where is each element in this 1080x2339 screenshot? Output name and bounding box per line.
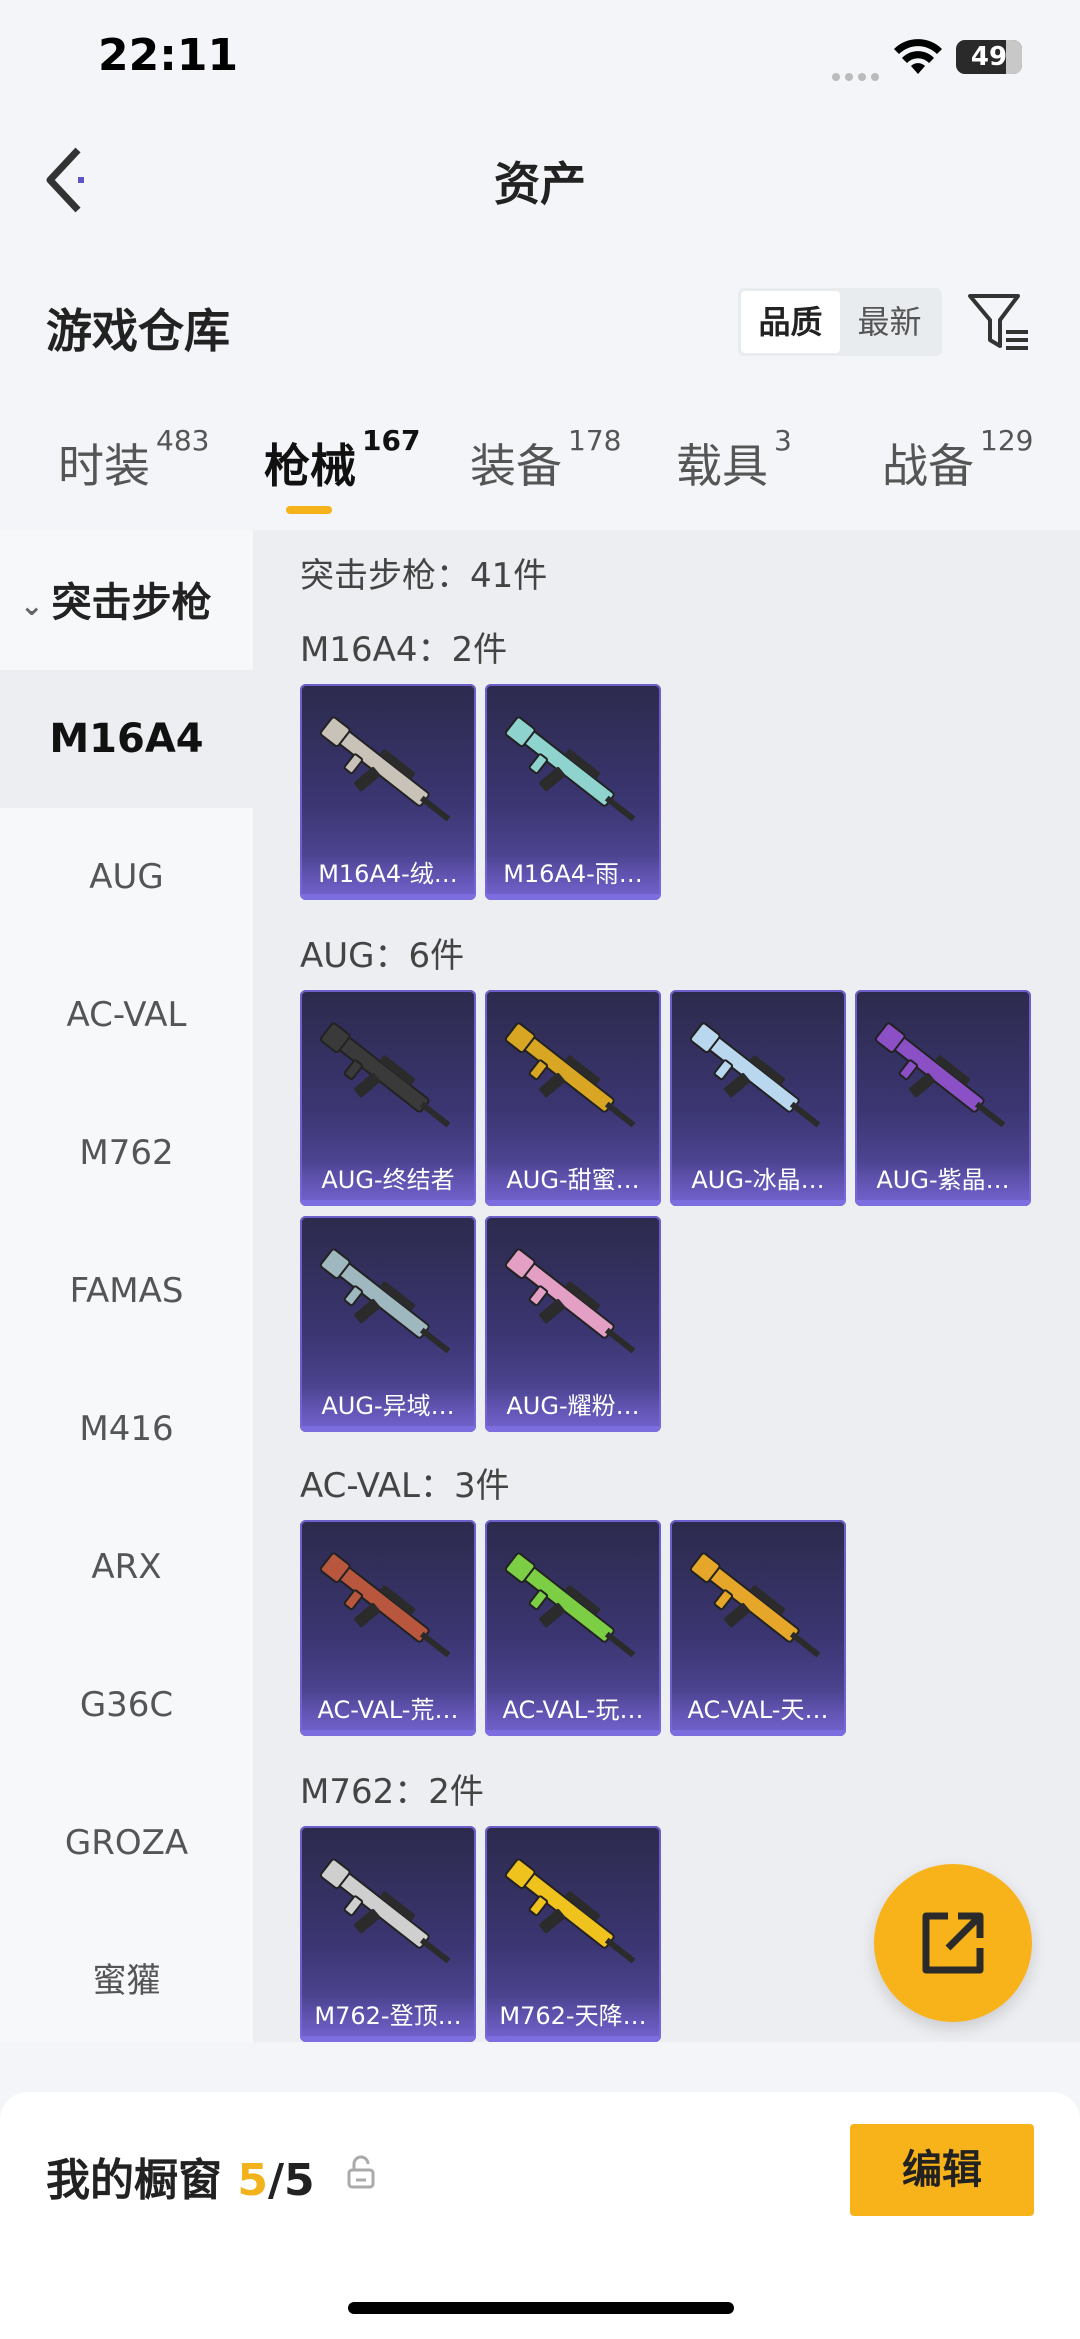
tab-equipment[interactable]: 装备 178 bbox=[470, 424, 621, 496]
sidebar-item-m762[interactable]: M762 bbox=[0, 1084, 253, 1222]
weapon-card-name: M16A4-雨… bbox=[485, 854, 661, 894]
weapon-card-name: AC-VAL-天… bbox=[670, 1690, 846, 1730]
weapon-card[interactable]: AC-VAL-玩… bbox=[485, 1520, 661, 1736]
rarity-stripe bbox=[485, 1730, 661, 1736]
sidebar-item-m416[interactable]: M416 bbox=[0, 1360, 253, 1498]
group-label: AC-VAL：3件 bbox=[300, 1466, 510, 1506]
weapon-card[interactable]: M762-登顶… bbox=[300, 1826, 476, 2042]
weapon-card[interactable]: AC-VAL-天… bbox=[670, 1520, 846, 1736]
showcase-max: /5 bbox=[267, 2155, 315, 2206]
wifi-icon bbox=[894, 39, 942, 74]
weapon-card[interactable]: M16A4-雨… bbox=[485, 684, 661, 900]
sidebar-item-famas[interactable]: FAMAS bbox=[0, 1222, 253, 1360]
rifle-icon bbox=[319, 1858, 451, 1964]
rifle-icon bbox=[319, 716, 451, 822]
tab-vehicles[interactable]: 载具 3 bbox=[676, 424, 792, 496]
weapon-card-name: AUG-紫晶… bbox=[855, 1160, 1031, 1200]
group-label: M762：2件 bbox=[300, 1772, 484, 1812]
signal-icon bbox=[832, 66, 884, 85]
sidebar-item-groza[interactable]: GROZA bbox=[0, 1774, 253, 1912]
rifle-icon bbox=[504, 716, 636, 822]
rifle-icon bbox=[319, 1552, 451, 1658]
status-time: 22:11 bbox=[98, 30, 239, 81]
rarity-stripe bbox=[300, 1730, 476, 1736]
sidebar-item-g36c[interactable]: G36C bbox=[0, 1636, 253, 1774]
page-title: 资产 bbox=[494, 157, 586, 211]
weapon-card[interactable]: AUG-异域… bbox=[300, 1216, 476, 1432]
weapon-card-name: AUG-异域… bbox=[300, 1386, 476, 1426]
weapon-card-name: AUG-冰晶… bbox=[670, 1160, 846, 1200]
status-bar: 22:11 49 bbox=[0, 0, 1080, 120]
rarity-stripe bbox=[485, 1200, 661, 1206]
weapon-card[interactable]: M16A4-绒… bbox=[300, 684, 476, 900]
weapon-card[interactable]: AC-VAL-荒… bbox=[300, 1520, 476, 1736]
rarity-stripe bbox=[300, 2036, 476, 2042]
rifle-icon bbox=[689, 1552, 821, 1658]
weapon-card-name: AUG-耀粉… bbox=[485, 1386, 661, 1426]
weapon-card[interactable]: AUG-冰晶… bbox=[670, 990, 846, 1206]
group-label: AUG：6件 bbox=[300, 936, 465, 976]
tab-fashion[interactable]: 时装 483 bbox=[58, 424, 209, 496]
rarity-stripe bbox=[485, 2036, 661, 2042]
rifle-icon bbox=[504, 1022, 636, 1128]
weapon-card-name: M762-天降… bbox=[485, 1996, 661, 2036]
showcase-label: 我的橱窗 5/5 bbox=[46, 2155, 315, 2206]
category-total: 突击步枪：41件 bbox=[300, 556, 548, 596]
weapon-card-name: M16A4-绒… bbox=[300, 854, 476, 894]
weapon-card[interactable]: AUG-紫晶… bbox=[855, 990, 1031, 1206]
sidebar-item-aug[interactable]: AUG bbox=[0, 808, 253, 946]
weapon-card[interactable]: AUG-耀粉… bbox=[485, 1216, 661, 1432]
sidebar-item-honey-badger[interactable]: 蜜獾 bbox=[0, 1912, 253, 2050]
edit-button[interactable]: 编辑 bbox=[850, 2124, 1034, 2216]
category-tabs: 时装 483 枪械 167 装备 178 载具 3 战备 129 bbox=[0, 424, 1080, 530]
rifle-icon bbox=[874, 1022, 1006, 1128]
home-indicator bbox=[348, 2302, 734, 2314]
sort-quality-button[interactable]: 品质 bbox=[741, 291, 840, 353]
rarity-stripe bbox=[300, 1426, 476, 1432]
tab-indicator bbox=[286, 506, 332, 514]
weapon-card-name: AC-VAL-玩… bbox=[485, 1690, 661, 1730]
sidebar-group-assault-rifles[interactable]: ⌄ 突击步枪 bbox=[0, 570, 253, 628]
rifle-icon bbox=[504, 1248, 636, 1354]
filter-icon[interactable] bbox=[966, 290, 1032, 356]
weapon-sidebar: ⌄ 突击步枪 M16A4 AUG AC-VAL M762 FAMAS M416 A… bbox=[0, 530, 253, 2042]
weapon-card[interactable]: AUG-甜蜜… bbox=[485, 990, 661, 1206]
tab-supplies[interactable]: 战备 129 bbox=[882, 424, 1033, 496]
rifle-icon bbox=[319, 1022, 451, 1128]
sort-toggle[interactable]: 品质 最新 bbox=[738, 288, 942, 356]
share-icon bbox=[922, 1912, 984, 1974]
share-button[interactable] bbox=[874, 1864, 1032, 2022]
rarity-stripe bbox=[485, 894, 661, 900]
rarity-stripe bbox=[670, 1200, 846, 1206]
weapon-card-name: AC-VAL-荒… bbox=[300, 1690, 476, 1730]
sort-latest-button[interactable]: 最新 bbox=[840, 291, 939, 353]
rifle-icon bbox=[504, 1552, 636, 1658]
rarity-stripe bbox=[485, 1426, 661, 1432]
battery-icon: 49 bbox=[956, 40, 1022, 74]
weapon-card[interactable]: AUG-终结者 bbox=[300, 990, 476, 1206]
weapon-card-name: AUG-终结者 bbox=[300, 1160, 476, 1200]
weapon-grid: 突击步枪：41件 M16A4：2件 M16A4-绒… M16A4-雨… AUG：6件 A… bbox=[253, 530, 1080, 2042]
rarity-stripe bbox=[670, 1730, 846, 1736]
lock-icon bbox=[347, 2155, 375, 2189]
sidebar-item-m16a4[interactable]: M16A4 bbox=[0, 670, 253, 808]
sidebar-item-ac-val[interactable]: AC-VAL bbox=[0, 946, 253, 1084]
sidebar-item-arx[interactable]: ARX bbox=[0, 1498, 253, 1636]
weapon-card-name: M762-登顶… bbox=[300, 1996, 476, 2036]
rifle-icon bbox=[689, 1022, 821, 1128]
chevron-down-icon: ⌄ bbox=[20, 588, 44, 622]
showcase-count: 5 bbox=[237, 2155, 268, 2206]
rifle-icon bbox=[504, 1858, 636, 1964]
tab-weapons[interactable]: 枪械 167 bbox=[264, 424, 420, 496]
weapon-card[interactable]: M762-天降… bbox=[485, 1826, 661, 2042]
weapon-card-name: AUG-甜蜜… bbox=[485, 1160, 661, 1200]
rarity-stripe bbox=[300, 1200, 476, 1206]
rarity-stripe bbox=[300, 894, 476, 900]
rarity-stripe bbox=[855, 1200, 1031, 1206]
group-label: M16A4：2件 bbox=[300, 630, 508, 670]
rifle-icon bbox=[319, 1248, 451, 1354]
section-title: 游戏仓库 bbox=[46, 304, 230, 358]
